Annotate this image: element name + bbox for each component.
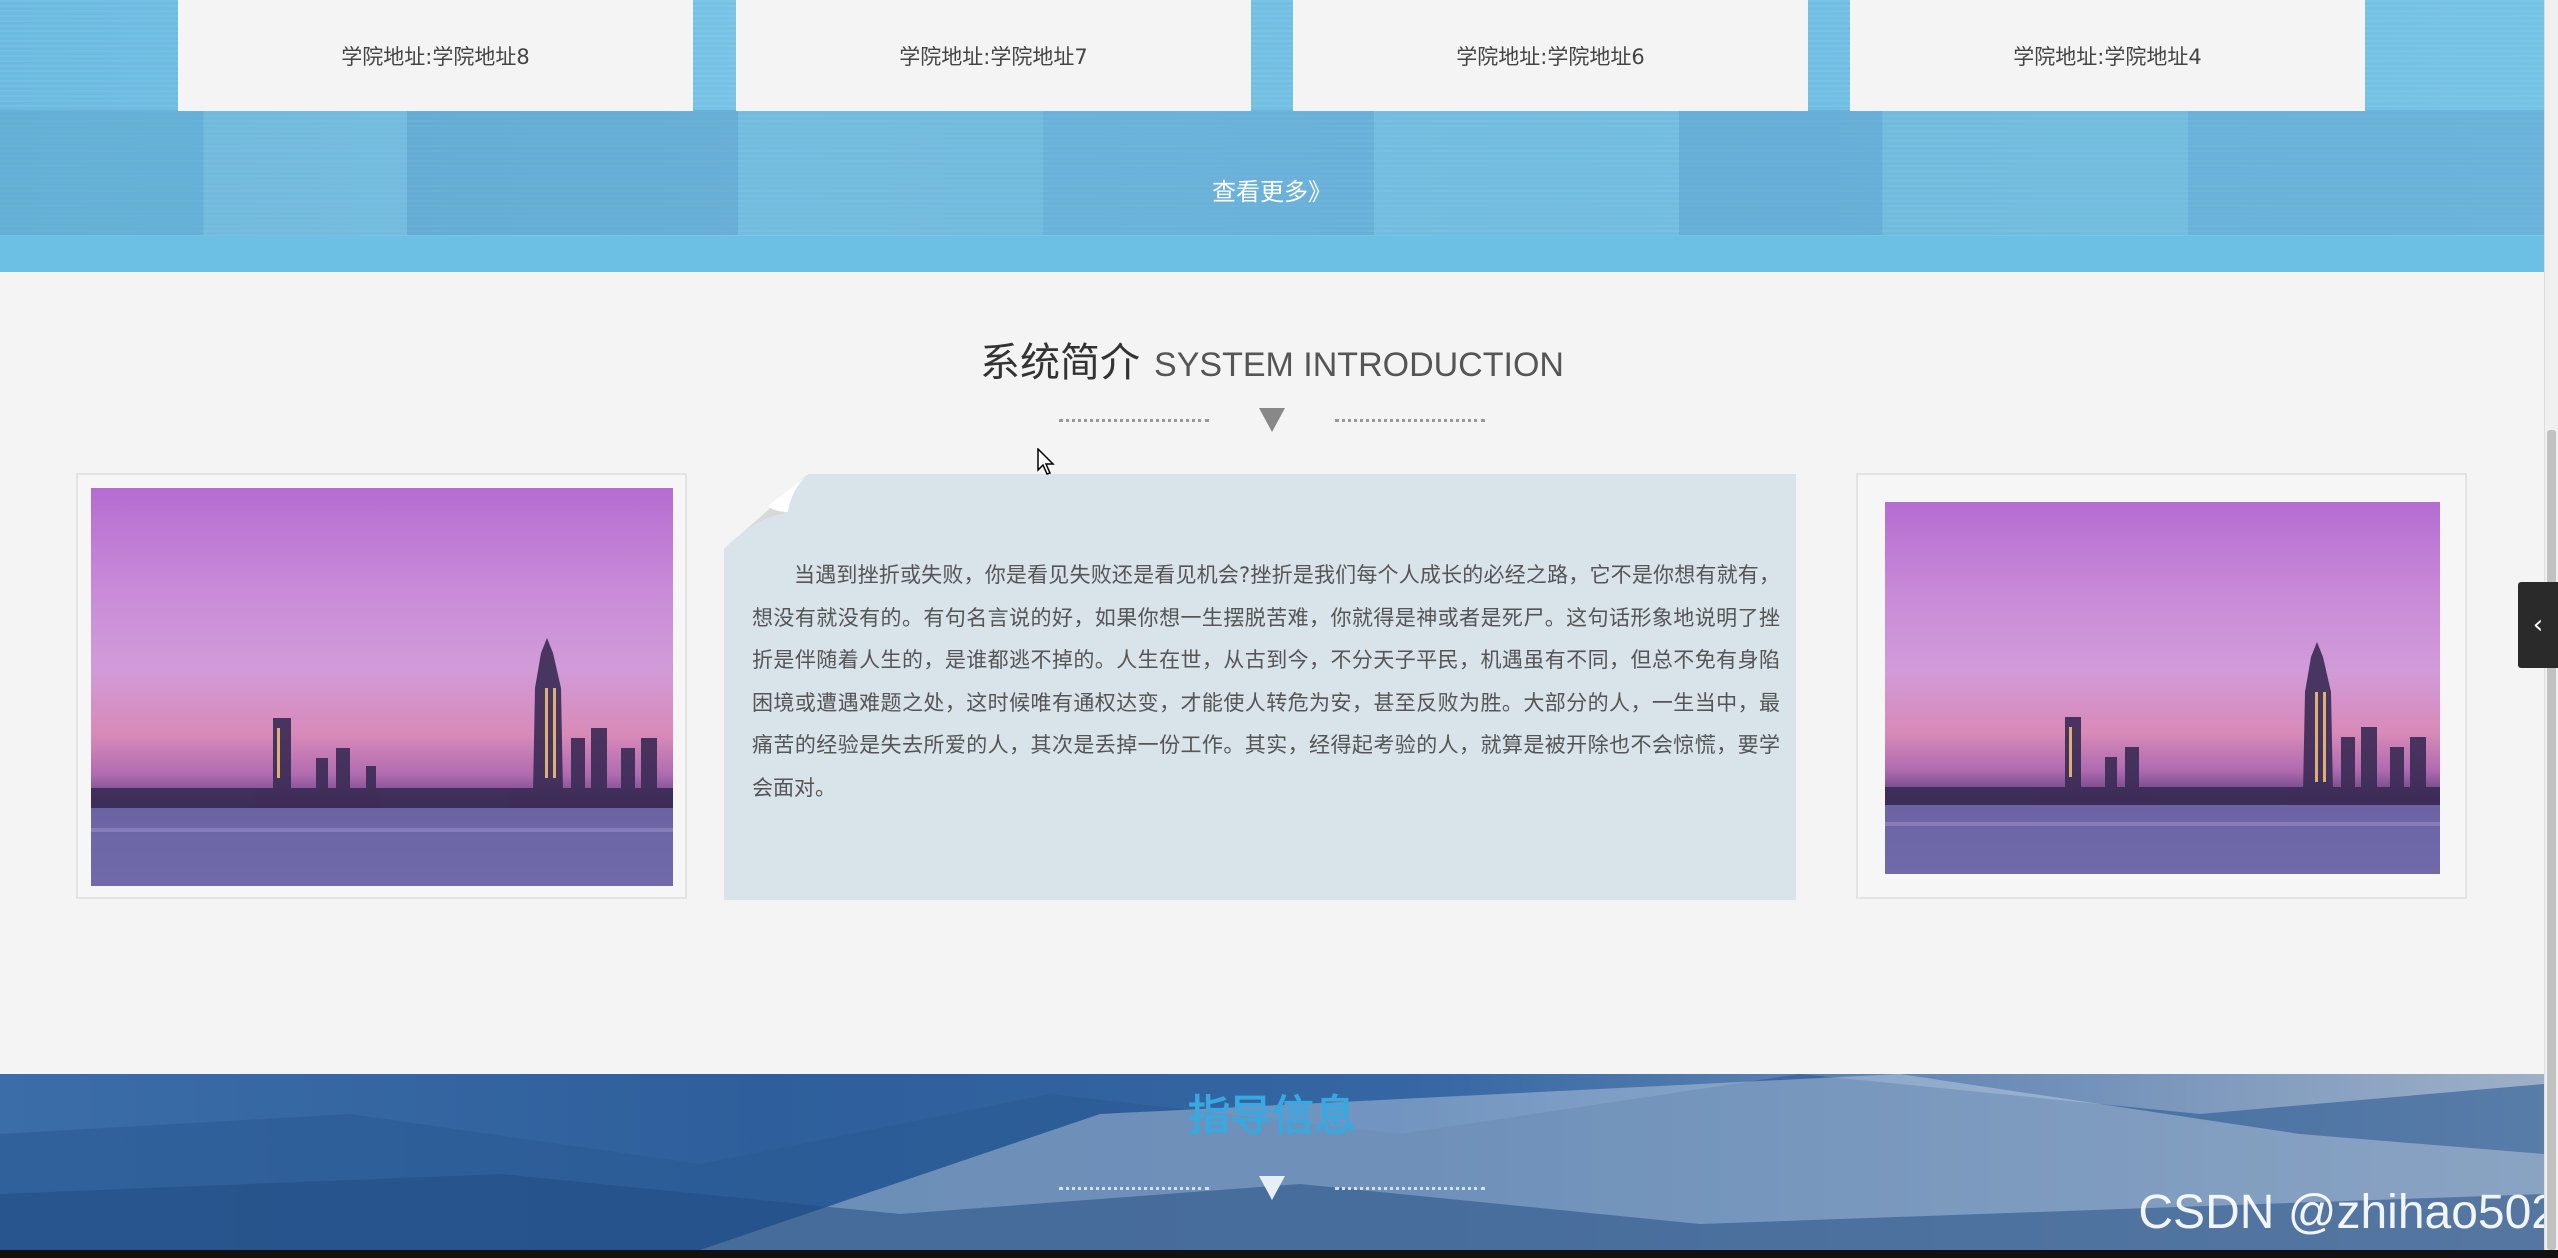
intro-image-frame-left [76,473,687,899]
intro-image-frame-right [1856,473,2467,899]
scrollbar-thumb[interactable] [2547,430,2556,1250]
mouse-cursor-icon [1037,448,1055,475]
intro-divider [0,408,2544,432]
college-address: 学院地址:学院地址4 [2013,44,2202,69]
window-bottom-bar [0,1250,2558,1258]
page-curl-icon [724,474,809,549]
intro-section-title: 系统简介 SYSTEM INTRODUCTION [0,330,2544,388]
city-skyline-image [1885,502,2440,874]
college-card[interactable]: 学院地址:学院地址7 [736,0,1251,111]
college-address: 学院地址:学院地址6 [1456,44,1645,69]
see-more-link[interactable]: 查看更多》 [0,172,2544,207]
intro-text-panel: 当遇到挫折或失败，你是看见失败还是看见机会?挫折是我们每个人成长的必经之路，它不… [724,474,1796,900]
chevron-left-icon: ‹ [2532,610,2544,640]
city-skyline-image [91,488,673,886]
down-arrow-icon [1259,1176,1285,1200]
intro-title-cn: 系统简介 [980,340,1141,386]
guidance-title: 指导信息 [1187,1091,1356,1140]
down-arrow-icon [1259,408,1285,432]
intro-title-en: SYSTEM INTRODUCTION [1154,346,1564,384]
college-card[interactable]: 学院地址:学院地址4 [1850,0,2365,111]
intro-paragraph: 当遇到挫折或失败，你是看见失败还是看见机会?挫折是我们每个人成长的必经之路，它不… [752,563,1780,800]
college-address: 学院地址:学院地址7 [899,44,1088,69]
side-panel-toggle[interactable]: ‹ [2518,582,2558,668]
college-card[interactable]: 学院地址:学院地址6 [1293,0,1808,111]
college-card[interactable]: 学院地址:学院地址8 [178,0,693,111]
college-address: 学院地址:学院地址8 [341,44,530,69]
watermark: CSDN @zhihao502 [2138,1186,2558,1239]
